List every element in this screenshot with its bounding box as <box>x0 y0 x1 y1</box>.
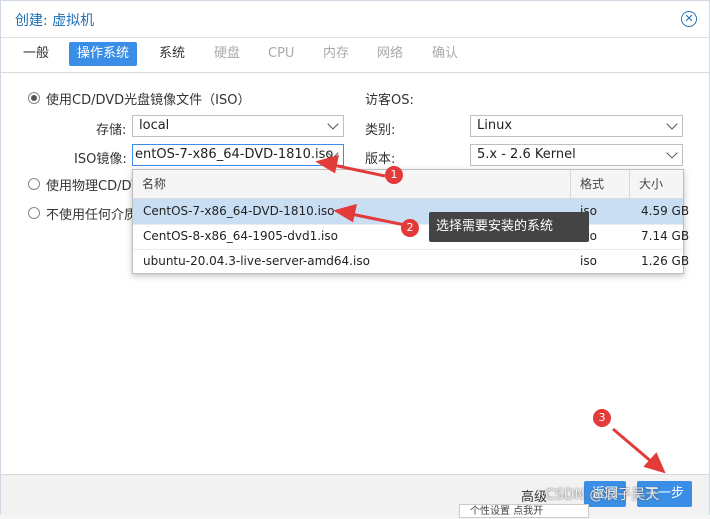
arrow-head-2 <box>333 203 357 223</box>
step-marker-3: 3 <box>593 409 611 427</box>
arrow-line-2 <box>350 212 406 227</box>
annotation-arrows <box>315 154 666 474</box>
create-vm-dialog: 创建: 虚拟机 ✕ 一般 操作系统 系统 硬盘 CPU 内存 网络 确认 使用C… <box>0 0 710 518</box>
arrow-head-1 <box>315 154 339 174</box>
arrow-line-3 <box>612 427 654 465</box>
watermark: CSDN @浪子吴天 <box>545 487 660 503</box>
step-marker-1: 1 <box>385 166 403 184</box>
step-marker-2: 2 <box>401 219 419 237</box>
arrow-line-1 <box>332 163 386 178</box>
bottom-popup: 个性设置 点我开 <box>459 504 589 518</box>
advanced-label[interactable]: 高级 <box>521 486 547 505</box>
